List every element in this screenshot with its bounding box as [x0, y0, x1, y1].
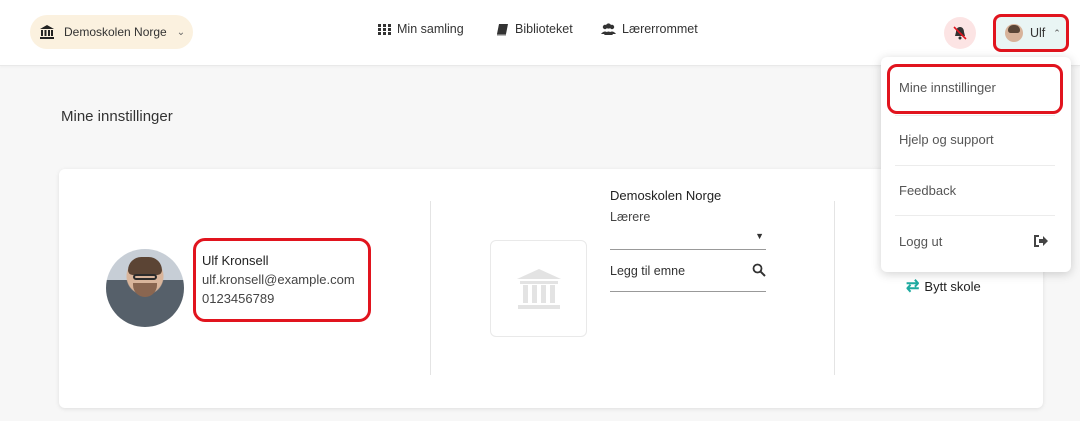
nav-biblioteket[interactable]: Biblioteket [496, 22, 573, 36]
search-icon [752, 263, 766, 277]
profile-phone: 0123456789 [202, 291, 275, 306]
profile-name: Ulf Kronsell [202, 253, 269, 268]
user-menu-button[interactable]: Ulf ⌃ [993, 14, 1069, 52]
divider [895, 115, 1055, 116]
subject-input-placeholder: Legg til emne [610, 264, 686, 278]
divider [430, 201, 431, 375]
divider [834, 201, 835, 375]
users-icon [601, 22, 616, 35]
highlight-box [887, 64, 1063, 114]
profile-avatar [106, 249, 184, 327]
school-logo [490, 240, 587, 337]
grid-icon [378, 23, 391, 35]
bank-icon [40, 25, 54, 39]
chevron-down-icon: ⌄ [176, 26, 186, 38]
school-selector[interactable]: Demoskolen Norge ⌄ [30, 15, 193, 49]
role-select[interactable]: ▼ [610, 230, 766, 250]
divider [895, 215, 1055, 216]
chevron-up-icon: ⌃ [1053, 27, 1061, 38]
nav-min-samling[interactable]: Min samling [378, 22, 464, 36]
menu-item-logout[interactable]: Logg ut [899, 234, 942, 249]
nav-label: Biblioteket [515, 22, 573, 36]
notifications-button[interactable] [944, 17, 976, 49]
profile-info: Ulf Kronsell ulf.kronsell@example.com 01… [193, 238, 371, 322]
menu-item-feedback[interactable]: Feedback [899, 183, 956, 198]
bell-off-icon [953, 26, 967, 40]
sign-out-icon[interactable] [1034, 235, 1048, 247]
school-name: Demoskolen Norge [610, 188, 722, 203]
nav-laererrommet[interactable]: Lærerrommet [601, 22, 698, 36]
switch-school-label: Bytt skole [924, 278, 981, 294]
caret-down-icon: ▼ [755, 231, 764, 241]
nav-label: Min samling [397, 22, 464, 36]
menu-item-help[interactable]: Hjelp og support [899, 132, 994, 147]
book-icon [497, 23, 508, 35]
avatar [1005, 24, 1023, 42]
bank-icon [516, 268, 561, 309]
profile-email: ulf.kronsell@example.com [202, 272, 355, 287]
subject-input[interactable]: Legg til emne [610, 262, 766, 292]
switch-school-button[interactable]: ⇄ Bytt skole [906, 276, 981, 296]
page-title: Mine innstillinger [61, 108, 173, 125]
school-selector-label: Demoskolen Norge [64, 25, 167, 39]
user-menu-label: Ulf [1030, 26, 1046, 40]
swap-arrows-icon: ⇄ [906, 278, 920, 295]
divider [895, 165, 1055, 166]
nav-label: Lærerrommet [622, 22, 698, 36]
role-label: Lærere [610, 210, 651, 224]
